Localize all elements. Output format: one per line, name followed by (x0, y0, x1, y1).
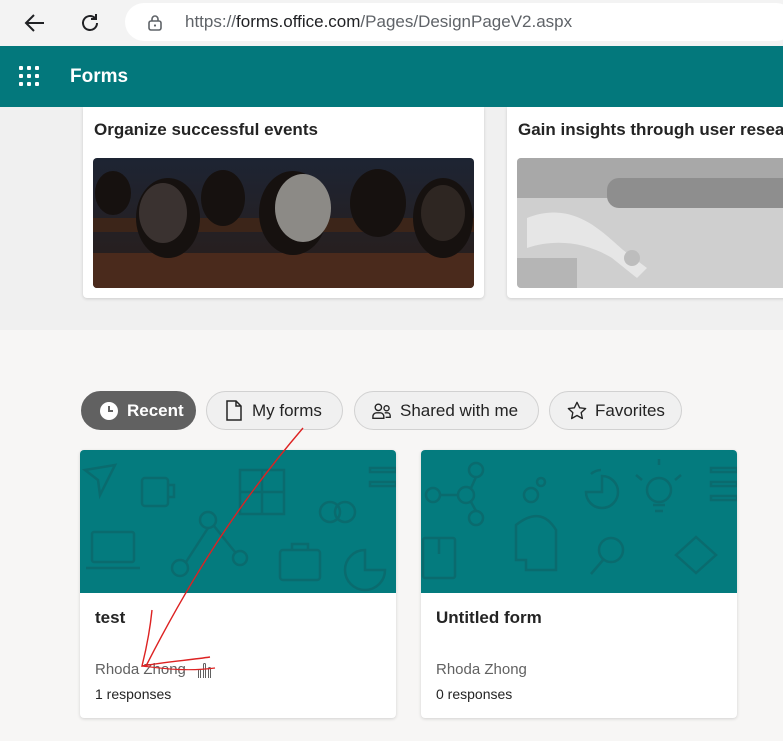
form-card-banner (80, 450, 396, 593)
bar-chart-icon (197, 662, 216, 678)
form-title: test (95, 608, 126, 627)
clock-icon (99, 401, 119, 421)
template-image-audience (93, 158, 474, 288)
tab-shared-with-me[interactable]: Shared with me (354, 391, 539, 430)
form-card-test[interactable]: test Rhoda Zhong 1 responses (80, 450, 396, 718)
form-title: Untitled form (436, 608, 542, 627)
response-count: 1 responses (95, 686, 172, 702)
people-icon (372, 401, 392, 421)
app-header: Forms (0, 46, 783, 107)
tab-label: Shared with me (400, 400, 519, 420)
template-image-research (517, 158, 783, 288)
app-launcher-icon[interactable] (19, 66, 39, 86)
back-arrow-icon[interactable] (18, 6, 52, 40)
tab-label: My forms (252, 400, 322, 420)
template-title: Organize successful events (94, 120, 318, 139)
template-card-research[interactable]: Gain insights through user research (507, 107, 783, 298)
templates-section: Organize successful events Gain insights… (0, 107, 783, 330)
reload-icon[interactable] (73, 6, 107, 40)
tab-favorites[interactable]: Favorites (549, 391, 682, 430)
form-card-banner (421, 450, 737, 593)
address-bar[interactable]: https://forms.office.com/Pages/DesignPag… (125, 3, 783, 41)
owner-name: Rhoda Zhong (436, 661, 527, 678)
browser-toolbar: https://forms.office.com/Pages/DesignPag… (0, 0, 783, 46)
form-card-untitled[interactable]: Untitled form Rhoda Zhong 0 responses (421, 450, 737, 718)
lock-icon[interactable] (147, 13, 163, 31)
app-title[interactable]: Forms (70, 66, 128, 88)
document-icon (224, 400, 244, 421)
star-icon (567, 401, 587, 421)
template-title: Gain insights through user research (518, 120, 783, 139)
url-text: https://forms.office.com/Pages/DesignPag… (185, 12, 573, 31)
response-count: 0 responses (436, 686, 513, 702)
form-owner: Rhoda Zhong (95, 661, 216, 678)
tab-label: Recent (127, 400, 184, 420)
template-card-events[interactable]: Organize successful events (83, 107, 484, 298)
tab-label: Favorites (595, 400, 665, 420)
tab-recent[interactable]: Recent (81, 391, 196, 430)
tab-my-forms[interactable]: My forms (206, 391, 343, 430)
form-owner: Rhoda Zhong (436, 661, 527, 678)
owner-name: Rhoda Zhong (95, 661, 186, 678)
